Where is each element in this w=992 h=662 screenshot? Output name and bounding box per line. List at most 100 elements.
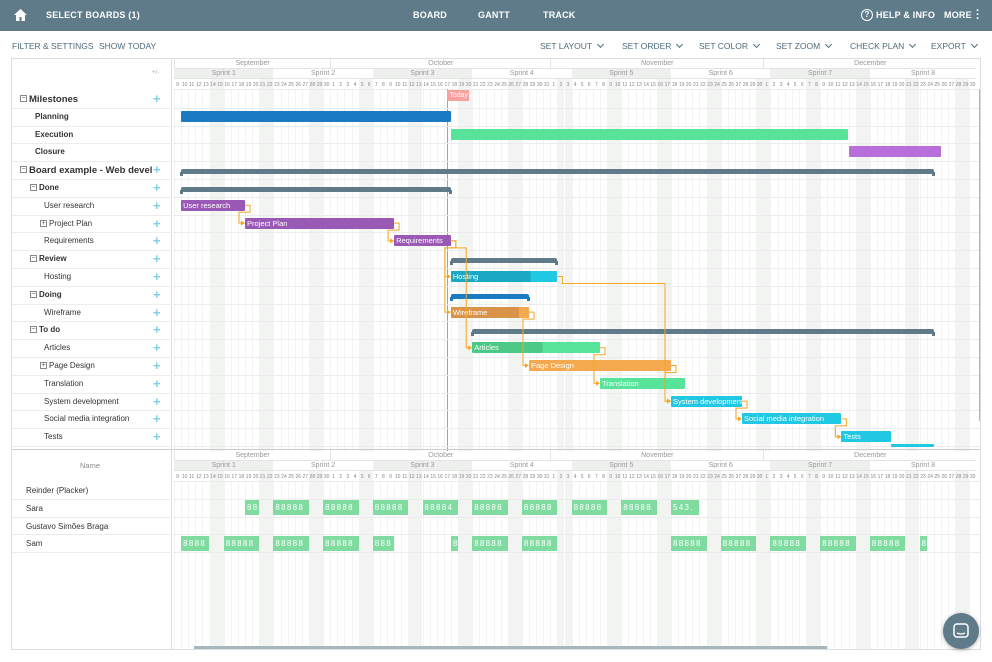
- toggle-collapse-icon[interactable]: −: [20, 166, 27, 174]
- help-info-button[interactable]: HELP & INFO: [876, 10, 935, 20]
- workload-block[interactable]: 88888: [621, 500, 657, 516]
- workload-block[interactable]: 543.: [671, 500, 700, 516]
- task-bar[interactable]: Articles: [472, 342, 600, 354]
- toggle-collapse-icon[interactable]: −: [30, 326, 37, 334]
- task-bar[interactable]: Tests: [841, 431, 892, 443]
- task-label[interactable]: Doing: [39, 290, 62, 299]
- toggle-collapse-icon[interactable]: −: [20, 95, 27, 102]
- summary-bar[interactable]: [471, 329, 935, 337]
- task-label[interactable]: Requirements: [44, 236, 94, 245]
- add-task-icon[interactable]: +: [153, 323, 161, 336]
- workload-block[interactable]: 88884: [422, 500, 458, 516]
- task-bar[interactable]: [891, 444, 934, 447]
- task-label[interactable]: Closure: [35, 147, 65, 156]
- add-task-icon[interactable]: +: [153, 252, 161, 265]
- task-bar[interactable]: [181, 110, 451, 122]
- workload-block[interactable]: 88888: [521, 535, 558, 551]
- task-bar[interactable]: System development: [671, 395, 743, 407]
- toggle-expand-icon[interactable]: +: [40, 362, 47, 369]
- select-boards-button[interactable]: SELECT BOARDS (1): [46, 10, 140, 20]
- task-label[interactable]: Translation: [44, 379, 83, 388]
- task-label[interactable]: Page Design: [49, 361, 95, 370]
- add-task-icon[interactable]: +: [153, 199, 161, 212]
- workload-block[interactable]: 88888: [571, 500, 608, 516]
- workload-block[interactable]: 88888: [472, 535, 508, 551]
- home-icon[interactable]: [14, 9, 27, 21]
- set-zoom-menu[interactable]: SET ZOOM: [776, 40, 833, 51]
- add-task-icon[interactable]: +: [153, 377, 161, 390]
- add-task-icon[interactable]: +: [153, 341, 161, 354]
- task-label[interactable]: Milestones: [29, 94, 78, 105]
- filter-settings-button[interactable]: FILTER & SETTINGS: [12, 41, 94, 51]
- task-label[interactable]: To do: [39, 325, 60, 334]
- workload-block[interactable]: 88888: [372, 500, 409, 516]
- add-task-icon[interactable]: +: [153, 234, 161, 247]
- kebab-icon[interactable]: · · ·: [976, 6, 980, 25]
- workload-block[interactable]: 888: [372, 535, 395, 551]
- vertical-scrollbar[interactable]: [979, 89, 980, 421]
- task-bar[interactable]: Requirements: [394, 235, 451, 247]
- task-label[interactable]: User research: [44, 201, 94, 210]
- workload-block[interactable]: 88888: [223, 535, 260, 551]
- task-label[interactable]: Execution: [35, 130, 73, 139]
- toggle-collapse-icon[interactable]: −: [30, 290, 37, 298]
- toggle-collapse-icon[interactable]: −: [30, 255, 37, 263]
- workload-block[interactable]: 88888: [671, 535, 707, 551]
- add-task-icon[interactable]: +: [153, 163, 161, 176]
- workload-block[interactable]: 88888: [273, 500, 309, 516]
- export-menu[interactable]: EXPORT: [931, 40, 978, 51]
- workload-block[interactable]: 88888: [521, 500, 558, 516]
- task-label[interactable]: Articles: [44, 343, 70, 352]
- resource-name[interactable]: Sara: [26, 504, 43, 513]
- toggle-collapse-icon[interactable]: −: [30, 184, 37, 191]
- task-label[interactable]: Done: [39, 183, 59, 192]
- toggle-expand-icon[interactable]: +: [40, 219, 47, 227]
- add-task-icon[interactable]: +: [153, 217, 161, 230]
- more-button[interactable]: MORE: [944, 10, 972, 20]
- task-label[interactable]: Wireframe: [44, 308, 81, 317]
- workload-block[interactable]: 8: [450, 535, 458, 551]
- task-label[interactable]: Social media integration: [44, 414, 129, 423]
- show-today-button[interactable]: SHOW TODAY: [99, 41, 156, 51]
- task-bar[interactable]: Social media integration: [742, 413, 842, 425]
- task-label[interactable]: Review: [39, 254, 67, 263]
- task-label[interactable]: System development: [44, 397, 119, 406]
- summary-bar[interactable]: [180, 169, 935, 177]
- workload-block[interactable]: 8888: [181, 535, 210, 551]
- workload-block[interactable]: 88888: [323, 500, 359, 516]
- add-task-icon[interactable]: +: [153, 181, 161, 194]
- add-task-icon[interactable]: +: [153, 288, 161, 301]
- task-bar[interactable]: Page Design: [529, 360, 671, 371]
- nav-board[interactable]: BOARD: [413, 10, 447, 20]
- add-task-icon[interactable]: +: [153, 306, 161, 319]
- add-task-icon[interactable]: +: [153, 395, 161, 408]
- horizontal-scrollbar[interactable]: [194, 646, 827, 649]
- nav-gantt[interactable]: GANTT: [478, 10, 510, 20]
- resource-name[interactable]: Gustavo Simões Braga: [26, 522, 108, 531]
- task-label[interactable]: Tests: [44, 432, 63, 441]
- resource-name[interactable]: Sam: [26, 539, 42, 548]
- set-layout-menu[interactable]: SET LAYOUT: [540, 40, 605, 51]
- resource-name[interactable]: Reinder (Placker): [26, 486, 88, 495]
- task-bar[interactable]: Hosting: [450, 271, 558, 282]
- task-label[interactable]: Planning: [35, 112, 69, 121]
- set-color-menu[interactable]: SET COLOR: [699, 40, 761, 51]
- task-label[interactable]: Project Plan: [49, 219, 92, 228]
- task-bar[interactable]: Translation: [600, 377, 686, 389]
- workload-block[interactable]: 88: [245, 500, 260, 516]
- task-bar[interactable]: User research: [181, 199, 245, 211]
- chat-button[interactable]: [943, 613, 979, 649]
- workload-block[interactable]: 88888: [323, 535, 359, 551]
- add-task-icon[interactable]: +: [153, 270, 161, 283]
- add-task-icon[interactable]: +: [153, 412, 161, 425]
- add-task-icon[interactable]: +: [153, 359, 161, 372]
- add-task-icon[interactable]: +: [153, 430, 161, 443]
- workload-block[interactable]: 88888: [820, 535, 856, 551]
- workload-block[interactable]: 88888: [770, 535, 806, 551]
- task-label[interactable]: Board example - Web devel: [29, 165, 152, 176]
- task-bar[interactable]: [450, 128, 849, 140]
- workload-block[interactable]: 88888: [869, 535, 906, 551]
- set-order-menu[interactable]: SET ORDER: [622, 40, 684, 51]
- check-plan-menu[interactable]: CHECK PLAN: [850, 40, 917, 51]
- task-bar[interactable]: Wireframe: [450, 306, 529, 318]
